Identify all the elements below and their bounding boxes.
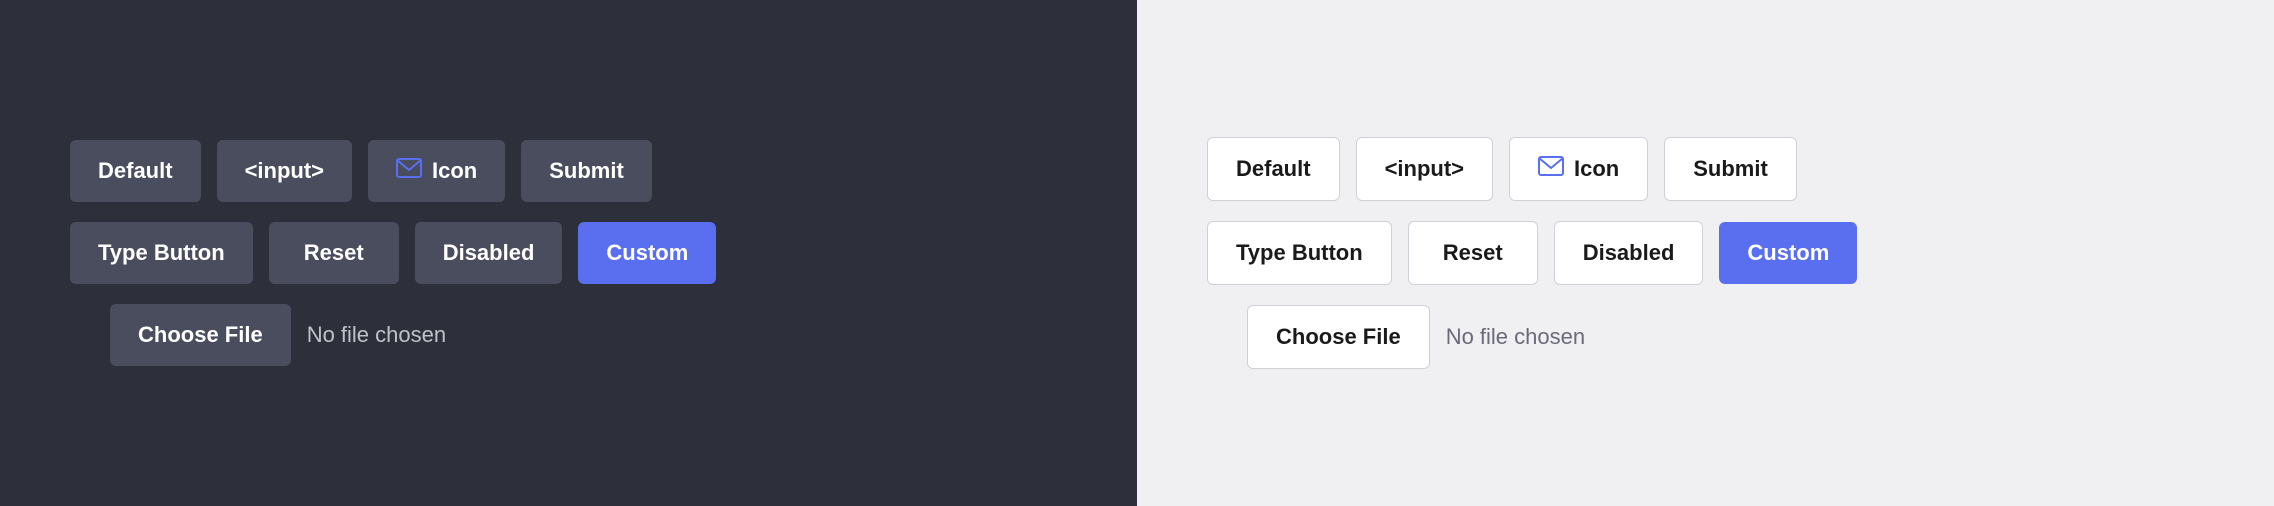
dark-disabled-button[interactable]: Disabled <box>415 222 563 284</box>
dark-typebutton-label: Type Button <box>98 240 225 266</box>
dark-default-label: Default <box>98 158 173 184</box>
light-panel: Default <input> Icon Submit Type Button … <box>1137 0 2274 506</box>
dark-input-button[interactable]: <input> <box>217 140 352 202</box>
light-submit-button[interactable]: Submit <box>1664 137 1797 201</box>
light-row-2: Type Button Reset Disabled Custom <box>1207 221 1857 285</box>
dark-default-button[interactable]: Default <box>70 140 201 202</box>
light-disabled-button[interactable]: Disabled <box>1554 221 1704 285</box>
envelope-icon <box>396 158 422 184</box>
light-default-button[interactable]: Default <box>1207 137 1340 201</box>
dark-icon-button[interactable]: Icon <box>368 140 505 202</box>
dark-submit-label: Submit <box>549 158 624 184</box>
light-choose-file-label: Choose File <box>1276 324 1401 349</box>
dark-disabled-label: Disabled <box>443 240 535 266</box>
dark-row-2: Type Button Reset Disabled Custom <box>70 222 716 284</box>
light-icon-button[interactable]: Icon <box>1509 137 1648 201</box>
light-typebutton-label: Type Button <box>1236 240 1363 266</box>
dark-reset-button[interactable]: Reset <box>269 222 399 284</box>
light-icon-label: Icon <box>1574 156 1619 182</box>
dark-no-file-text: No file chosen <box>307 322 446 348</box>
dark-custom-label: Custom <box>606 240 688 265</box>
envelope-icon-light <box>1538 156 1564 182</box>
dark-icon-label: Icon <box>432 158 477 184</box>
dark-submit-button[interactable]: Submit <box>521 140 652 202</box>
light-row-1: Default <input> Icon Submit <box>1207 137 1797 201</box>
dark-custom-button[interactable]: Custom <box>578 222 716 284</box>
light-reset-button[interactable]: Reset <box>1408 221 1538 285</box>
light-choose-file-button[interactable]: Choose File <box>1247 305 1430 369</box>
light-default-label: Default <box>1236 156 1311 182</box>
light-reset-label: Reset <box>1443 240 1503 266</box>
light-disabled-label: Disabled <box>1583 240 1675 266</box>
dark-panel: Default <input> Icon Submit Type Button … <box>0 0 1137 506</box>
dark-file-row: Choose File No file chosen <box>70 304 446 366</box>
dark-reset-label: Reset <box>304 240 364 266</box>
dark-choose-file-label: Choose File <box>138 322 263 347</box>
light-typebutton-button[interactable]: Type Button <box>1207 221 1392 285</box>
light-custom-button[interactable]: Custom <box>1719 222 1857 284</box>
dark-typebutton-button[interactable]: Type Button <box>70 222 253 284</box>
light-submit-label: Submit <box>1693 156 1768 182</box>
light-no-file-text: No file chosen <box>1446 324 1585 350</box>
dark-row-1: Default <input> Icon Submit <box>70 140 652 202</box>
light-file-row: Choose File No file chosen <box>1207 305 1585 369</box>
light-custom-label: Custom <box>1747 240 1829 265</box>
light-input-label: <input> <box>1385 156 1464 182</box>
dark-input-label: <input> <box>245 158 324 184</box>
dark-choose-file-button[interactable]: Choose File <box>110 304 291 366</box>
light-input-button[interactable]: <input> <box>1356 137 1493 201</box>
